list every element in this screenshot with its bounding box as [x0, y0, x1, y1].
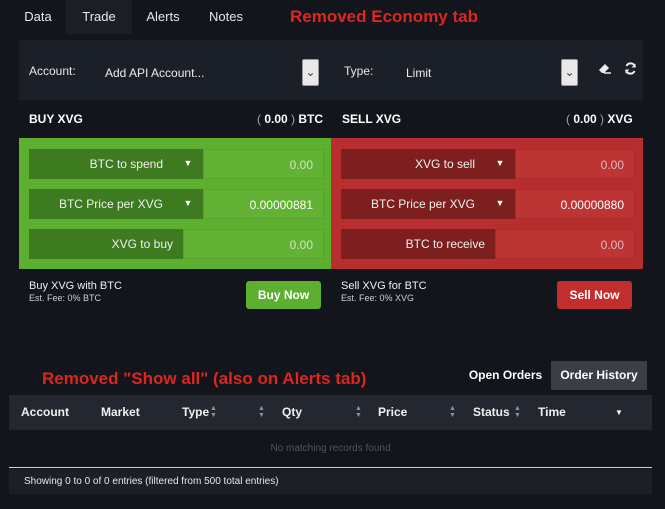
sort-icon[interactable]: ▲ ▼ [210, 405, 217, 419]
annotation-show-all-removed: Removed "Show all" (also on Alerts tab) [42, 369, 367, 388]
buy-field-label: BTC Price per XVG [29, 189, 173, 219]
sell-caption: Sell XVG for BTC [341, 280, 427, 292]
buy-btc-spend-input[interactable]: 0.00 [203, 149, 324, 179]
type-select[interactable]: Limit [406, 66, 431, 80]
buy-balance: ( 0.00 ) BTC [257, 112, 323, 126]
sell-form: XVG to sell ▼ 0.00 BTC Price per XVG ▼ 0… [331, 138, 643, 269]
buy-price-input[interactable]: 0.00000881 [203, 189, 324, 219]
caret-down-icon[interactable]: ▼ [173, 149, 203, 179]
tab-trade[interactable]: Trade [66, 0, 132, 34]
sell-field-label: BTC to receive [341, 229, 495, 259]
type-label: Type: [344, 64, 374, 78]
column-header-time[interactable]: Time [538, 395, 566, 430]
tab-alerts[interactable]: Alerts [132, 0, 194, 34]
orders-table-header: Account Market Type ▲ ▼ ▲ ▼ Qty ▲ ▼ Price ▲… [9, 395, 652, 430]
buy-title: BUY XVG [29, 112, 83, 126]
sell-price-input[interactable]: 0.00000880 [515, 189, 635, 219]
sell-balance: ( 0.00 ) XVG [566, 112, 633, 126]
column-header-type[interactable]: Type [182, 395, 209, 430]
sell-btc-receive-input[interactable]: 0.00 [495, 229, 635, 259]
caret-down-icon[interactable]: ▼ [173, 189, 203, 219]
sell-balance-close: ) [596, 112, 605, 126]
buy-now-button[interactable]: Buy Now [246, 281, 321, 309]
sort-icon[interactable]: ▲ ▼ [355, 405, 362, 419]
caret-down-icon[interactable]: ▼ [485, 189, 515, 219]
buy-balance-close: ) [287, 112, 296, 126]
sell-title: SELL XVG [342, 112, 402, 126]
sell-balance-unit: XVG [607, 112, 633, 126]
column-header-status[interactable]: Status [473, 395, 510, 430]
type-dropdown-button[interactable]: ⌄ [561, 59, 578, 86]
empty-table-message: No matching records found [270, 443, 391, 454]
eraser-icon[interactable] [598, 62, 612, 77]
order-history-button[interactable]: Order History [551, 361, 647, 390]
sort-icon[interactable]: ▲ ▼ [514, 405, 521, 419]
buy-balance-value: 0.00 [264, 112, 288, 126]
account-label: Account: [29, 64, 76, 78]
trade-footer [19, 269, 643, 320]
sort-icon[interactable]: ▲ ▼ [258, 405, 265, 419]
sell-field-label: BTC Price per XVG [341, 189, 485, 219]
buy-caption: Buy XVG with BTC [29, 280, 122, 292]
account-dropdown-button[interactable]: ⌄ [302, 59, 319, 86]
column-header-qty[interactable]: Qty [282, 395, 302, 430]
sell-balance-value: 0.00 [573, 112, 597, 126]
column-header-price[interactable]: Price [378, 395, 407, 430]
sell-fee: Est. Fee: 0% XVG [341, 293, 415, 303]
trade-header-band [19, 100, 643, 138]
refresh-icon[interactable] [624, 62, 637, 78]
buy-field-label: XVG to buy [29, 229, 183, 259]
orders-table-body: No matching records found [9, 430, 652, 468]
table-info-bar: Showing 0 to 0 of 0 entries (filtered fr… [9, 469, 652, 494]
chevron-down-icon: ⌄ [564, 65, 575, 79]
tab-notes[interactable]: Notes [194, 0, 258, 34]
open-orders-button[interactable]: Open Orders [461, 361, 550, 390]
column-header-account[interactable]: Account [21, 395, 69, 430]
buy-xvg-amount-input[interactable]: 0.00 [183, 229, 324, 259]
sell-xvg-amount-input[interactable]: 0.00 [515, 149, 635, 179]
buy-balance-unit: BTC [298, 112, 324, 126]
column-header-market[interactable]: Market [101, 395, 140, 430]
sell-field-label: XVG to sell [341, 149, 485, 179]
sort-icon[interactable]: ▲ ▼ [449, 405, 456, 419]
buy-fee: Est. Fee: 0% BTC [29, 293, 102, 303]
account-select[interactable]: Add API Account... [105, 66, 204, 80]
table-info-text: Showing 0 to 0 of 0 entries (filtered fr… [24, 476, 279, 487]
chevron-down-icon: ⌄ [305, 65, 316, 79]
caret-down-icon[interactable]: ▼ [485, 149, 515, 179]
sort-desc-icon[interactable]: ▼ [615, 395, 623, 430]
sell-now-button[interactable]: Sell Now [557, 281, 632, 309]
buy-field-label: BTC to spend [29, 149, 173, 179]
annotation-economy-removed: Removed Economy tab [290, 7, 478, 26]
buy-form: BTC to spend ▼ 0.00 BTC Price per XVG ▼ … [19, 138, 332, 269]
tab-data[interactable]: Data [10, 0, 66, 34]
